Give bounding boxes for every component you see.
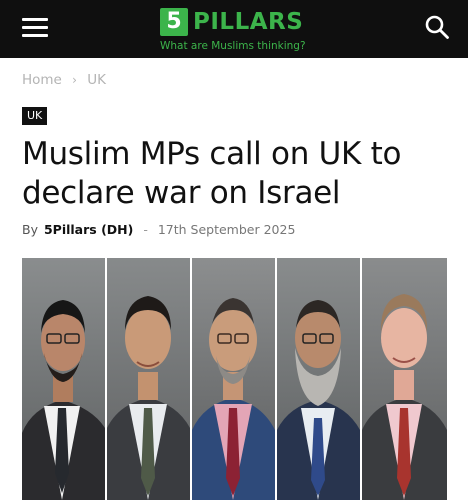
mp-portrait-5	[362, 258, 447, 500]
author-link[interactable]: 5Pillars (DH)	[44, 222, 133, 237]
mp-portrait-2	[107, 258, 190, 500]
logo-word: PILLARS	[193, 9, 304, 35]
site-header: 5 PILLARS What are Muslims thinking?	[0, 0, 468, 58]
publish-date: 17th September 2025	[157, 222, 296, 237]
breadcrumb-separator: ›	[72, 73, 77, 87]
breadcrumb-uk-link[interactable]: UK	[87, 72, 106, 88]
mp-portrait-4	[277, 258, 360, 500]
search-icon[interactable]	[424, 14, 450, 40]
breadcrumb: Home › UK	[22, 72, 106, 88]
article-title: Muslim MPs call on UK to declare war on …	[22, 136, 402, 211]
meta-separator: -	[143, 222, 148, 237]
mp-portrait-3	[192, 258, 275, 500]
site-logo[interactable]: 5 PILLARS What are Muslims thinking?	[158, 6, 318, 54]
by-label: By	[22, 222, 38, 237]
breadcrumb-home-link[interactable]: Home	[22, 72, 62, 88]
mp-portrait-1	[22, 258, 105, 500]
site-tagline: What are Muslims thinking?	[160, 40, 306, 52]
hamburger-menu-icon[interactable]	[22, 16, 48, 38]
article-meta: By 5Pillars (DH) - 17th September 2025	[22, 222, 295, 237]
featured-image[interactable]	[22, 258, 447, 500]
logo-number: 5	[160, 8, 188, 36]
category-badge[interactable]: UK	[22, 107, 48, 125]
